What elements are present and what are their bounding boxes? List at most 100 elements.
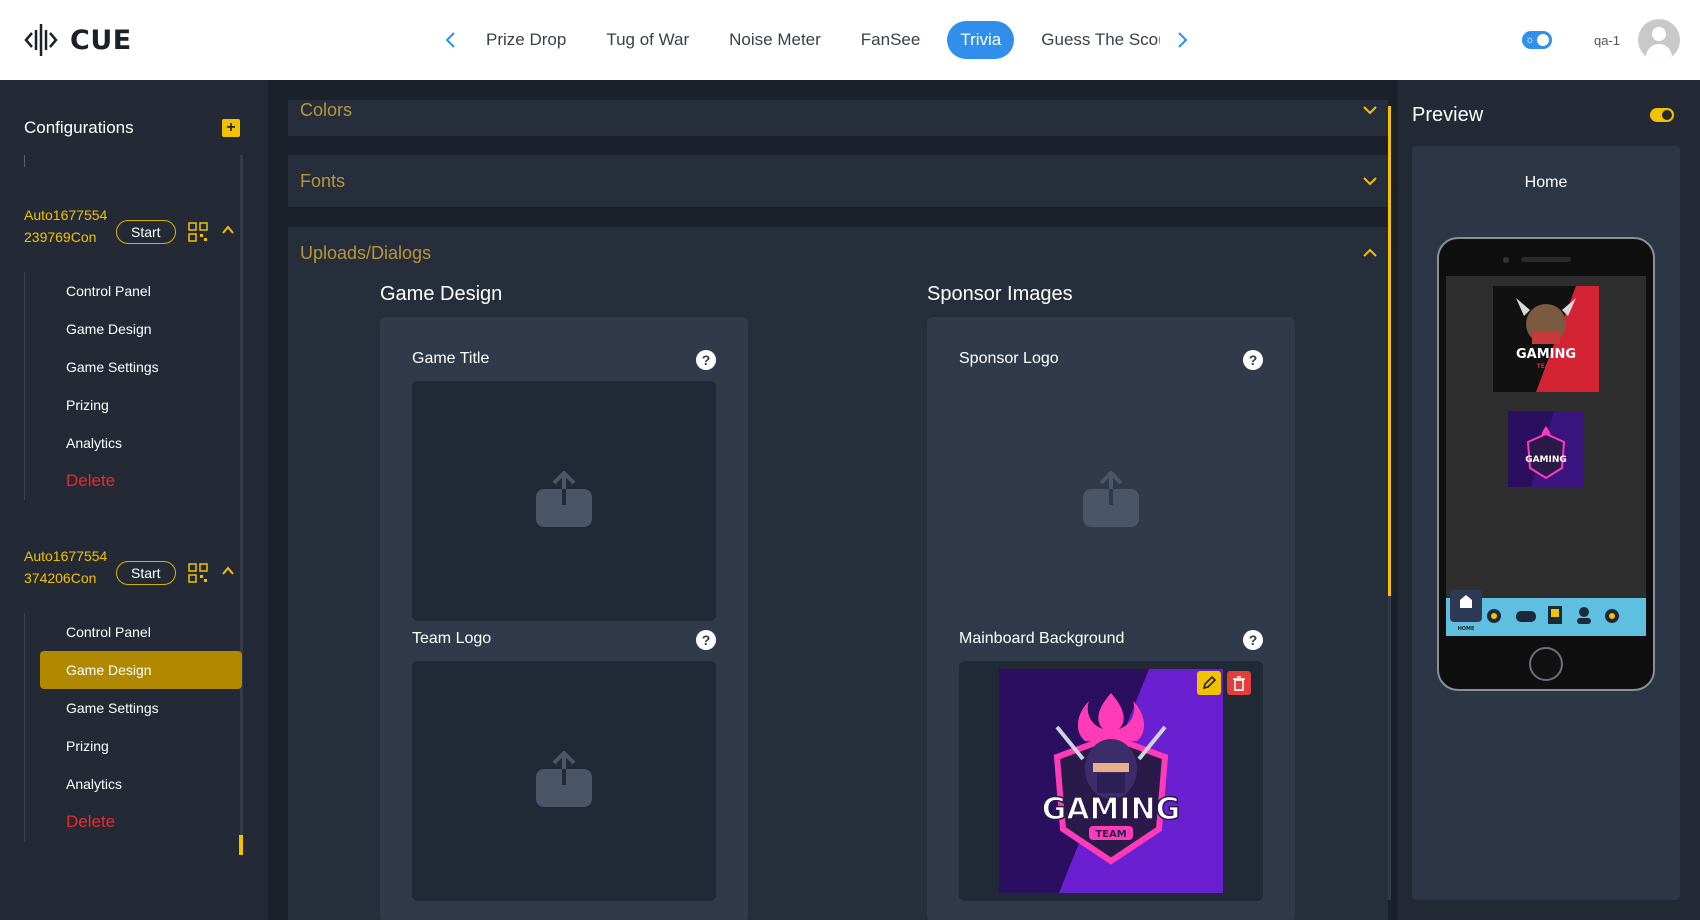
phone-image1-subtext: TEAM bbox=[1537, 363, 1556, 370]
upload-icon bbox=[536, 471, 592, 527]
configuration-menu: Control Panel Game Design Game Settings … bbox=[24, 272, 242, 500]
pencil-icon bbox=[1202, 675, 1217, 690]
avatar-body bbox=[1646, 44, 1672, 61]
add-configuration-button[interactable]: + bbox=[222, 119, 240, 137]
sidebar-divider bbox=[24, 155, 25, 167]
help-icon[interactable]: ? bbox=[696, 350, 716, 370]
top-bar: CUE Prize Drop Tug of War Noise Meter Fa… bbox=[0, 0, 1700, 80]
preview-toggle[interactable] bbox=[1650, 108, 1674, 122]
upload-icon bbox=[536, 751, 592, 807]
menu-game-settings[interactable]: Game Settings bbox=[40, 689, 242, 727]
game-design-heading: Game Design bbox=[380, 283, 503, 305]
qr-code-icon[interactable] bbox=[188, 563, 208, 583]
sponsor-logo-label: Sponsor Logo bbox=[959, 350, 1059, 367]
main-scroll-thumb[interactable] bbox=[1388, 106, 1391, 596]
upload-icon bbox=[1083, 471, 1139, 527]
sidebar: Configurations + Auto1677554239769Con St… bbox=[0, 80, 268, 920]
uploads-section: Uploads/Dialogs Game Design Game Title ?… bbox=[288, 227, 1388, 920]
collapse-icon[interactable] bbox=[220, 222, 236, 238]
user-area: ☼ qa-1 bbox=[1521, 19, 1680, 61]
trash-icon bbox=[1233, 676, 1245, 691]
tab-trivia[interactable]: Trivia bbox=[947, 21, 1015, 59]
preview-panel: Preview Home GAMING TEAM GAMING HOME bbox=[1398, 80, 1700, 920]
tabs-next-button[interactable] bbox=[1167, 20, 1197, 60]
sponsor-images-card: Sponsor Logo ? Mainboard Background ? GA… bbox=[927, 317, 1295, 920]
logo-text: CUE bbox=[70, 24, 132, 56]
menu-game-settings[interactable]: Game Settings bbox=[40, 348, 242, 386]
menu-game-design[interactable]: Game Design bbox=[40, 310, 242, 348]
fonts-section[interactable]: Fonts bbox=[288, 155, 1388, 207]
menu-game-design[interactable]: Game Design bbox=[40, 651, 242, 689]
delete-button[interactable]: Delete bbox=[40, 462, 242, 500]
mainboard-background-label: Mainboard Background bbox=[959, 630, 1125, 647]
qr-code-icon[interactable] bbox=[188, 222, 208, 242]
phone-mockup: GAMING TEAM GAMING HOME bbox=[1437, 237, 1655, 691]
help-icon[interactable]: ? bbox=[1243, 350, 1263, 370]
sponsor-images-heading: Sponsor Images bbox=[927, 283, 1073, 305]
tab-fansee[interactable]: FanSee bbox=[848, 21, 934, 59]
configuration-name[interactable]: Auto1677554239769Con bbox=[24, 204, 108, 248]
delete-image-button[interactable] bbox=[1227, 671, 1251, 695]
menu-prizing[interactable]: Prizing bbox=[40, 386, 242, 424]
main-content: Colors Fonts Uploads/Dialogs Game Design… bbox=[268, 80, 1398, 920]
logo-mark-icon bbox=[24, 24, 58, 56]
toggle-knob bbox=[1536, 34, 1549, 46]
tab-noise-meter[interactable]: Noise Meter bbox=[716, 21, 834, 59]
edit-image-button[interactable] bbox=[1197, 671, 1221, 695]
sidebar-title: Configurations bbox=[24, 118, 134, 137]
section-title[interactable]: Uploads/Dialogs bbox=[300, 243, 431, 264]
section-title: Colors bbox=[300, 100, 353, 120]
menu-analytics[interactable]: Analytics bbox=[40, 424, 242, 462]
colors-section[interactable]: Colors bbox=[288, 100, 1388, 136]
game-tabs: Prize Drop Tug of War Noise Meter FanSee… bbox=[436, 20, 1197, 60]
image-subtext: TEAM bbox=[1095, 829, 1126, 840]
team-logo-label: Team Logo bbox=[412, 630, 492, 647]
chevron-left-icon bbox=[445, 32, 455, 48]
tab-guess-the-score[interactable]: Guess The Score bbox=[1028, 21, 1160, 59]
team-logo-upload[interactable] bbox=[412, 661, 716, 901]
start-button[interactable]: Start bbox=[116, 561, 176, 585]
app-logo[interactable]: CUE bbox=[24, 20, 132, 60]
avatar-head bbox=[1652, 27, 1666, 41]
configuration-name[interactable]: Auto1677554374206Con bbox=[24, 545, 108, 589]
toggle-knob bbox=[1662, 110, 1672, 120]
section-title: Fonts bbox=[300, 171, 346, 191]
menu-prizing[interactable]: Prizing bbox=[40, 727, 242, 765]
menu-control-panel[interactable]: Control Panel bbox=[40, 272, 242, 310]
configuration-menu: Control Panel Game Design Game Settings … bbox=[24, 613, 242, 841]
chevron-down-icon[interactable] bbox=[1362, 173, 1378, 189]
help-icon[interactable]: ? bbox=[696, 630, 716, 650]
chevron-up-icon[interactable] bbox=[1362, 245, 1378, 261]
main-scrollbar[interactable] bbox=[1388, 106, 1391, 900]
help-icon[interactable]: ? bbox=[1243, 630, 1263, 650]
chevron-down-icon[interactable] bbox=[1362, 102, 1378, 118]
sun-icon: ☼ bbox=[1524, 34, 1536, 46]
delete-button[interactable]: Delete bbox=[40, 803, 242, 841]
mainboard-background-image[interactable]: GAMING TEAM bbox=[959, 661, 1263, 901]
configuration-item: Auto1677554239769Con Start Control Panel… bbox=[24, 204, 244, 500]
avatar[interactable] bbox=[1638, 19, 1680, 61]
preview-page-name: Home bbox=[1524, 174, 1568, 191]
game-title-upload[interactable] bbox=[412, 381, 716, 621]
preview-title: Preview bbox=[1412, 104, 1484, 126]
game-title-label: Game Title bbox=[412, 350, 490, 367]
collapse-icon[interactable] bbox=[220, 563, 236, 579]
sponsor-logo-upload[interactable] bbox=[959, 381, 1263, 621]
image-text: GAMING bbox=[1042, 792, 1181, 827]
phone-image2-text: GAMING bbox=[1525, 455, 1567, 465]
gaming-team-ninja-logo: GAMING TEAM bbox=[999, 669, 1223, 893]
configuration-item: Auto1677554374206Con Start Control Panel… bbox=[24, 545, 244, 841]
menu-control-panel[interactable]: Control Panel bbox=[40, 613, 242, 651]
tabs-prev-button[interactable] bbox=[436, 20, 466, 60]
phone-home-label: HOME bbox=[1458, 626, 1475, 632]
tab-prize-drop[interactable]: Prize Drop bbox=[473, 21, 579, 59]
tab-tug-of-war[interactable]: Tug of War bbox=[593, 21, 702, 59]
menu-analytics[interactable]: Analytics bbox=[40, 765, 242, 803]
chevron-right-icon bbox=[1178, 32, 1188, 48]
game-design-card: Game Title ? Team Logo ? bbox=[380, 317, 748, 920]
username: qa-1 bbox=[1593, 32, 1620, 48]
phone-image1-text: GAMING bbox=[1516, 347, 1576, 362]
start-button[interactable]: Start bbox=[116, 220, 176, 244]
preview-card: Home GAMING TEAM GAMING HOME bbox=[1412, 146, 1680, 900]
theme-toggle[interactable]: ☼ bbox=[1521, 31, 1552, 49]
